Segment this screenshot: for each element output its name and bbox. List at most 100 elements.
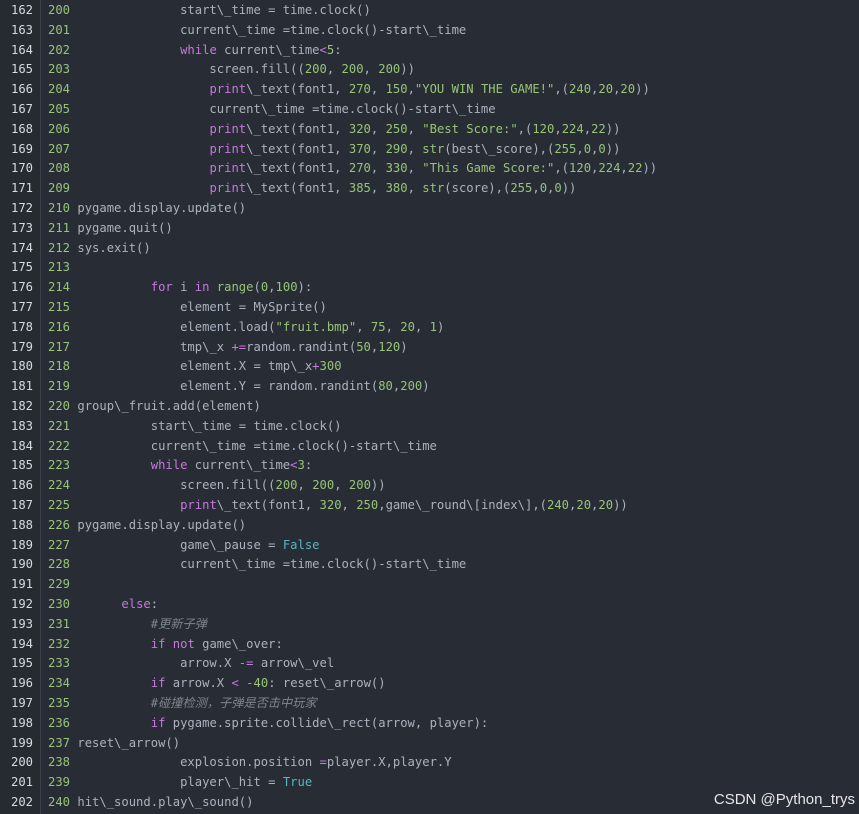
code-token: , [576,141,584,156]
code-token: 237 [48,735,78,750]
code-token: while [150,458,188,473]
code-line: 191 229 [0,575,859,595]
code-token: , [334,478,349,493]
code-text: 221 start\_time = time.clock() [48,417,342,437]
code-line: 190 228 current\_time =time.clock()-start… [0,555,859,575]
code-token: 227 [48,537,78,552]
code-token: pygame.display.update() [77,517,247,532]
code-token: (best\_score),( [444,141,555,156]
code-text: 208 print\_text(font1, 270, 330, "This G… [48,159,657,179]
code-text: 204 print\_text(font1, 270, 150,"YOU WIN… [48,80,650,100]
code-token: )) [605,121,621,136]
code-token: 255 [510,181,533,196]
code-token: , [414,319,430,334]
code-token: < [319,42,327,57]
code-text: 225 print\_text(font1, 320, 250,game\_ro… [48,496,628,516]
code-line: 163 201 current\_time =time.clock()-start… [0,21,859,41]
code-line: 195 233 arrow.X -= arrow\_vel [0,654,859,674]
gutter-line-number: 176 [10,280,33,295]
gutter-line-number: 173 [10,220,33,235]
code-line: 180 218 element.X = tmp\_x+300 [0,357,859,377]
code-text: 203 screen.fill((200, 200, 200)) [48,60,415,80]
code-text: 239 player\_hit = True [48,773,312,793]
code-line: 166 204 print\_text(font1, 270, 150,"YOU … [0,80,859,100]
code-text: 222 current\_time =time.clock()-start\_t… [48,437,437,457]
code-token: 205 [48,102,78,116]
code-text: 223 while current\_time<3: [48,456,312,476]
code-token: 1 [429,319,437,334]
gutter-line-number: 167 [10,102,33,116]
code-token: 150 [385,82,408,97]
code-token: + [312,359,320,374]
code-token: 290 [385,141,408,156]
gutter-line-number: 175 [10,260,33,275]
code-line: 185 223 while current\_time<3: [0,456,859,476]
gutter-line-number: 168 [10,121,33,136]
code-token: 206 [48,121,78,136]
code-token: sys.exit() [77,240,151,255]
code-token: 0 [583,141,592,156]
code-token: : [304,458,313,473]
gutter-line-number: 189 [10,537,33,552]
code-token: , [268,280,276,295]
code-text: 206 print\_text(font1, 320, 250, "Best S… [48,120,620,140]
code-text: 240 hit\_sound.play\_sound() [48,793,253,813]
code-token: 223 [48,458,78,473]
code-text: 231 #更新子弹 [48,615,207,635]
code-token: 270 [348,82,371,97]
code-token: 234 [48,676,78,691]
code-token: , [554,121,562,136]
code-token: element = MySprite() [77,300,327,314]
code-token: 250 [385,121,408,136]
code-token: 200 [48,3,78,17]
code-line: 174 212 sys.exit() [0,239,859,259]
code-token: player\_hit = [77,775,283,790]
code-token: explosion.position [77,755,320,770]
code-token: print [209,161,247,176]
code-editor[interactable]: 162 200 start\_time = time.clock() 163 201 … [0,0,859,814]
code-text: 236 if pygame.sprite.collide\_rect(arrow… [48,714,488,734]
code-token: 200 [378,62,401,77]
code-token: , [370,181,386,196]
code-token: game\_over: [194,636,283,651]
gutter-line-number: 196 [10,676,33,691]
code-token: 210 [48,201,78,215]
code-token: arrow\_vel [253,656,335,671]
code-token: ): [297,280,313,295]
code-token: arrow.X [77,656,239,671]
gutter-line-number: 162 [10,3,33,17]
code-token: 200 [400,379,423,394]
code-token: ) [422,379,430,394]
code-line: 183 221 start\_time = time.clock() [0,417,859,437]
code-line: 186 224 screen.fill((200, 200, 200)) [0,476,859,496]
code-text: 213 [48,258,77,278]
code-token: element.load( [77,319,276,334]
code-token: 202 [48,42,78,57]
code-token: print [180,498,217,512]
code-token: 232 [48,636,78,651]
code-token: )) [400,62,415,77]
code-token: , [326,62,342,77]
code-token: 200 [341,62,364,77]
code-token: , [620,161,628,176]
code-token: if [150,715,166,730]
gutter-line-number: 169 [10,141,33,156]
code-token: screen.fill(( [77,478,276,493]
gutter-line-number: 202 [10,795,33,809]
code-token: current\_time =time.clock()-start\_time [77,557,467,572]
code-text: 217 tmp\_x +=random.randint(50,120) [48,338,408,358]
gutter-line-number: 193 [10,616,33,631]
code-text: 238 explosion.position =player.X,player.… [48,753,452,773]
code-token: \_text(font1, [246,161,349,176]
code-token: ) [436,319,445,334]
code-token: 222 [48,438,78,453]
code-token: 231 [48,616,78,631]
code-token: 229 [48,577,78,592]
code-token: 230 [48,597,78,611]
code-line: 187 225 print\_text(font1, 320, 250,game\… [0,496,859,516]
code-line: 188 226 pygame.display.update() [0,516,859,536]
